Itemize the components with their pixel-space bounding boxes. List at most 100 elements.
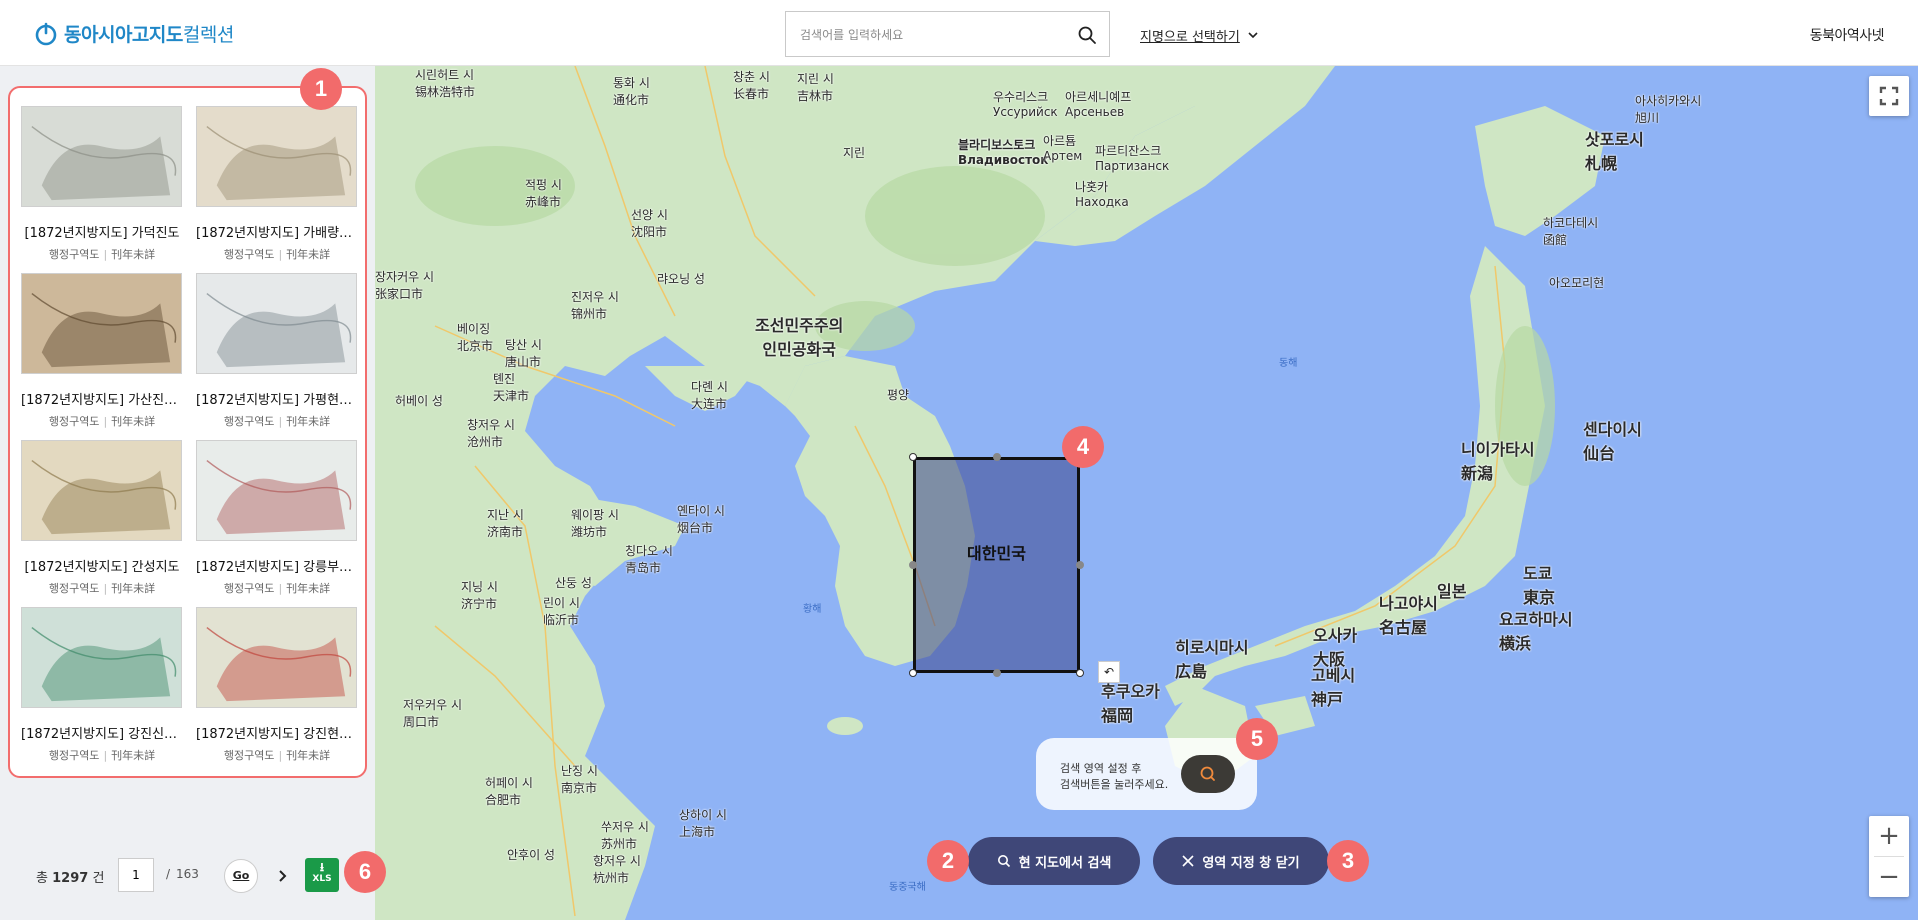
map-label: 아르세니예프 Арсеньев	[1065, 90, 1132, 119]
result-year: 刊年未詳	[111, 749, 156, 762]
map-label: 히로시마시 広島	[1175, 638, 1249, 681]
result-meta: 행정구역도 | 刊年未詳	[196, 246, 358, 262]
map-label: 동해	[1279, 358, 1298, 369]
result-year: 刊年未詳	[111, 248, 156, 261]
total-pages: 163	[176, 867, 199, 881]
callout-badge-1: 1	[300, 68, 342, 110]
map-label: 창저우 시 沧州市	[467, 418, 515, 449]
search-icon[interactable]	[1077, 25, 1097, 45]
map-label: 탕산 시 唐山市	[505, 338, 542, 369]
search-current-map-button[interactable]: 현 지도에서 검색	[968, 837, 1140, 885]
result-card[interactable]: [1872년지방지도] 가평현지도 행정구역도 | 刊年未詳	[196, 273, 358, 435]
result-title[interactable]: [1872년지방지도] 강릉부지도	[196, 556, 358, 575]
result-card[interactable]: [1872년지방지도] 가산진지도 행정구역도 | 刊年未詳	[21, 273, 183, 435]
download-icon: ⭳	[319, 860, 325, 874]
result-year: 刊年未詳	[111, 415, 156, 428]
map-label: 난징 시 南京市	[561, 764, 598, 795]
close-area-label: 영역 지정 창 닫기	[1202, 855, 1300, 871]
result-title[interactable]: [1872년지방지도] 강진신지도	[21, 723, 183, 742]
map-label: 허페이 시 合肥市	[485, 776, 533, 807]
map-thumbnail[interactable]	[196, 607, 357, 708]
result-title[interactable]: [1872년지방지도] 강진현지도	[196, 723, 358, 742]
resize-handle[interactable]	[909, 453, 917, 461]
resize-handle[interactable]	[909, 669, 917, 677]
map-thumbnail[interactable]	[21, 273, 182, 374]
page-number-input[interactable]	[118, 858, 154, 892]
map-thumbnail[interactable]	[196, 106, 357, 207]
resize-handle[interactable]	[993, 453, 1001, 461]
map-thumbnail[interactable]	[196, 440, 357, 541]
map-label: 평양	[887, 388, 910, 402]
map-label: 니이가타시 新潟	[1461, 440, 1535, 483]
undo-icon[interactable]: ↶	[1098, 661, 1120, 683]
resize-handle[interactable]	[909, 561, 917, 569]
result-year: 刊年未詳	[286, 582, 331, 595]
resize-handle[interactable]	[993, 669, 1001, 677]
excel-download-button[interactable]: ⭳ XLS	[305, 858, 339, 892]
result-title[interactable]: [1872년지방지도] 간성지도	[21, 556, 183, 575]
search-input[interactable]	[800, 24, 1060, 46]
map-label: 아르툠 Артем	[1043, 134, 1083, 163]
result-title[interactable]: [1872년지방지도] 가평현지도	[196, 389, 358, 408]
map-label: 상하이 시 上海市	[679, 808, 727, 839]
map-label: 나홋카 Находка	[1075, 180, 1129, 209]
selection-area[interactable]: 대한민국	[913, 457, 1080, 673]
map-label: 블라디보스토크 Владивосток	[958, 138, 1049, 167]
map-thumbnail[interactable]	[21, 106, 182, 207]
results-sidebar: [1872년지방지도] 가덕진도 행정구역도 | 刊年未詳 [1872년지방지도] 가배…	[0, 66, 375, 920]
result-title[interactable]: [1872년지방지도] 가덕진도	[21, 222, 183, 241]
next-page-icon[interactable]	[274, 864, 292, 888]
map-label: 요코하마시 横浜	[1499, 610, 1573, 653]
resize-handle[interactable]	[1076, 561, 1084, 569]
result-meta: 행정구역도 | 刊年未詳	[196, 747, 358, 763]
area-search-button[interactable]	[1181, 755, 1235, 793]
map-thumbnail[interactable]	[21, 607, 182, 708]
result-card[interactable]: [1872년지방지도] 가배량진지도행정구역도 | 刊年未詳	[196, 106, 358, 268]
map-thumbnail[interactable]	[196, 273, 357, 374]
result-card[interactable]: [1872년지방지도] 강릉부지도행정구역도 | 刊年未詳	[196, 440, 358, 602]
meta-separator: |	[278, 582, 283, 595]
map-label: 톈진 天津市	[493, 372, 530, 403]
zoom-out-button[interactable]: −	[1869, 857, 1909, 897]
result-category: 행정구역도	[223, 582, 275, 595]
map-label: 우수리스크 Уссурийск	[993, 90, 1058, 119]
map-view[interactable]: 통화 시 通化市 창춘 시 长春市 지린 시 吉林市 시린허트 시 锡林浩特市 지린 블…	[375, 66, 1918, 920]
results-grid: [1872년지방지도] 가덕진도 행정구역도 | 刊年未詳 [1872년지방지도] 가배…	[8, 86, 367, 778]
result-card[interactable]: [1872년지방지도] 강진현지도행정구역도 | 刊年未詳	[196, 607, 358, 769]
map-thumbnail[interactable]	[21, 440, 182, 541]
northeast-asian-history-link[interactable]: 동북아역사넷	[1810, 25, 1885, 45]
result-meta: 행정구역도 | 刊年未詳	[21, 246, 183, 262]
map-label: 삿포로시 札幌	[1585, 130, 1644, 173]
map-label: 저우커우 시 周口市	[403, 698, 463, 729]
map-label: 일본	[1437, 582, 1467, 601]
map-label: 진저우 시 锦州市	[571, 290, 619, 321]
result-card[interactable]: [1872년지방지도] 간성지도 행정구역도 | 刊年未詳	[21, 440, 183, 602]
callout-badge-5: 5	[1236, 718, 1278, 760]
result-card[interactable]: [1872년지방지도] 강진신지도행정구역도 | 刊年未詳	[21, 607, 183, 769]
map-label: 베이징 北京市	[457, 322, 494, 353]
search-current-map-label: 현 지도에서 검색	[1018, 855, 1112, 871]
result-card[interactable]: [1872년지방지도] 가덕진도행정구역도 | 刊年未詳	[21, 106, 183, 268]
result-title[interactable]: [1872년지방지도] 가산진지도	[21, 389, 183, 408]
result-title[interactable]: [1872년지방지도] 가배량진지도	[196, 222, 358, 241]
result-category: 행정구역도	[48, 415, 100, 428]
result-category: 행정구역도	[223, 415, 275, 428]
zoom-in-button[interactable]: +	[1869, 816, 1909, 856]
chevron-down-icon	[1248, 32, 1258, 39]
map-label: 안후이 성	[507, 848, 555, 862]
map-label: 통화 시 通化市	[613, 76, 650, 107]
total-count: 총 1297 건	[36, 871, 105, 886]
place-name-select[interactable]: 지명으로 선택하기	[1140, 26, 1258, 45]
close-area-button[interactable]: 영역 지정 창 닫기	[1153, 837, 1329, 885]
search-bar	[785, 11, 1110, 57]
page-separator: /	[166, 867, 171, 881]
site-logo[interactable]: 동아시아고지도컬렉션	[34, 20, 234, 47]
result-meta: 행정구역도 | 刊年未詳	[21, 747, 183, 763]
search-icon	[997, 855, 1010, 868]
search-icon	[1200, 766, 1215, 781]
fullscreen-button[interactable]	[1869, 76, 1909, 116]
resize-handle[interactable]	[1076, 669, 1084, 677]
map-label: 선양 시 沈阳市	[631, 208, 668, 239]
go-button[interactable]: Go	[224, 859, 258, 893]
logo-icon	[35, 22, 57, 45]
